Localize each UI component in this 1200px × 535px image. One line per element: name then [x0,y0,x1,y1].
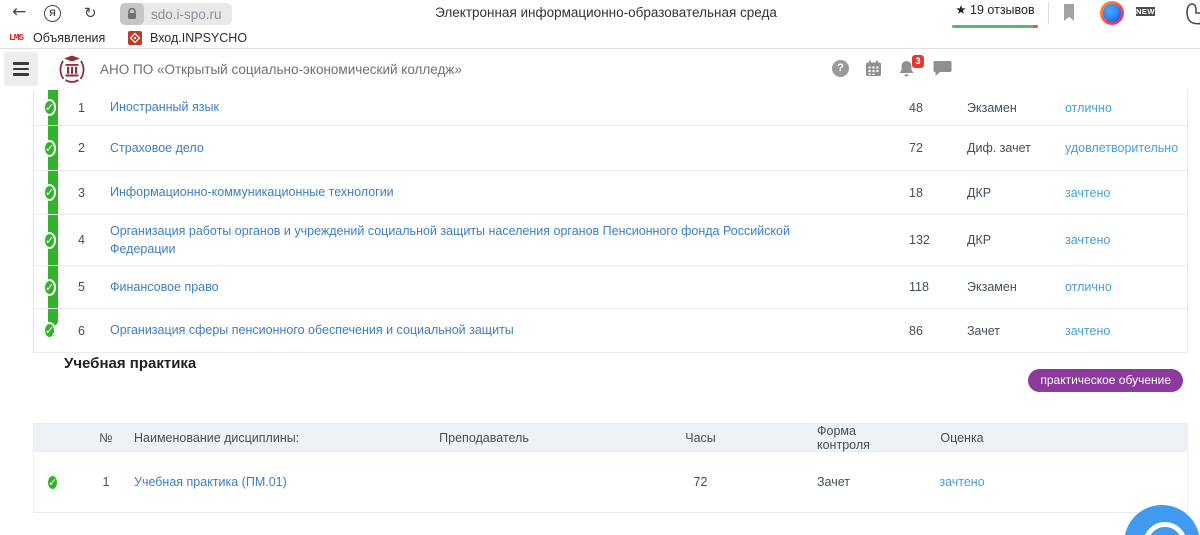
row-number: 3 [78,186,110,200]
control-form: ДКР [967,233,1065,247]
college-name: АНО ПО «Открытый социально-экономический… [100,62,462,77]
extension-icon[interactable] [1100,1,1124,25]
bookmark-favicon-icon [128,31,142,50]
col-teacher: Преподаватель [384,431,584,445]
grade-link[interactable]: зачтено [1065,324,1110,338]
subject-link[interactable]: Организация сферы пенсионного обеспечени… [110,323,514,337]
check-icon: ✓ [46,474,59,491]
hand-cursor-icon[interactable] [1184,2,1200,31]
extension-new-icon[interactable]: NEW [1136,1,1159,25]
check-icon: ✓ [43,184,56,201]
control-form: Зачет [967,324,1065,338]
control-form: Диф. зачет [967,141,1065,155]
table-row: ✓ 5 Финансовое право 118 Экзамен отлично [34,266,1187,309]
hours-value: 86 [909,324,967,338]
control-form: Экзамен [967,101,1065,115]
college-logo-icon [56,53,88,85]
table-row: ✓ 4 Организация работы органов и учрежде… [34,215,1187,266]
url-text: sdo.i-spo.ru [151,7,222,22]
lock-icon [120,3,144,25]
grades-table: ✓ 1 Иностранный язык 48 Экзамен отлично … [33,90,1188,353]
hours-value: 48 [909,101,967,115]
reviews-label: 19 отзывов [970,3,1035,17]
control-form: Зачет [817,475,887,489]
subject-link[interactable]: Страховое дело [110,141,204,155]
rating-bar [952,25,1038,28]
hours-value: 72 [584,475,817,489]
calendar-icon[interactable] [865,60,882,82]
subject-link[interactable]: Информационно-коммуникационные технологи… [110,185,394,199]
control-form: Экзамен [967,280,1065,294]
col-name: Наименование дисциплины: [134,431,384,445]
table-row: ✓ 6 Организация сферы пенсионного обеспе… [34,309,1187,353]
grade-link[interactable]: зачтено [939,475,984,489]
check-icon: ✓ [43,279,56,296]
row-number: 4 [78,233,110,247]
table-row: ✓ 3 Информационно-коммуникационные техно… [34,171,1187,215]
browser-chrome: ← Я ↻ sdo.i-spo.ru Электронная информаци… [0,0,1200,30]
practice-table-header: № Наименование дисциплины: Преподаватель… [34,423,1187,451]
subject-link[interactable]: Организация работы органов и учреждений … [110,224,790,256]
grade-link[interactable]: зачтено [1065,233,1110,247]
subject-link[interactable]: Иностранный язык [110,100,219,114]
star-icon: ★ [955,3,966,17]
new-badge: NEW [1136,7,1155,16]
bookmarks-bar: LMS Объявления Вход.INPSYCHO [0,30,1200,49]
reload-icon[interactable]: ↻ [84,4,97,22]
subject-link[interactable]: Финансовое право [110,280,219,294]
practice-table: № Наименование дисциплины: Преподаватель… [33,423,1188,513]
col-grade: Оценка [887,431,1037,445]
check-icon: ✓ [43,322,56,339]
bookmark-item-login[interactable]: Вход.INPSYCHO [150,31,247,45]
row-number: 6 [78,324,110,338]
grade-link[interactable]: зачтено [1065,186,1110,200]
notifications-count-badge: 3 [912,55,924,68]
col-hours: Часы [584,431,817,445]
browser-logo-icon[interactable]: Я [44,5,61,22]
table-row: ✓ 1 Учебная практика (ПМ.01) 72 Зачет за… [34,451,1187,513]
hours-value: 18 [909,186,967,200]
hours-value: 118 [909,280,967,294]
row-number: 1 [78,475,134,489]
screen: ← Я ↻ sdo.i-spo.ru Электронная информаци… [0,0,1200,535]
notifications-bell-icon[interactable]: 3 [898,60,916,78]
grade-link[interactable]: удовлетворительно [1065,141,1178,155]
check-icon: ✓ [43,232,56,249]
control-form: ДКР [967,186,1065,200]
bookmark-item-announcements[interactable]: Объявления [33,31,105,45]
check-icon: ✓ [43,140,56,157]
row-number: 2 [78,141,110,155]
divider [1048,2,1049,24]
col-form: Форма контроля [817,424,887,452]
hours-value: 72 [909,141,967,155]
app-header: АНО ПО «Открытый социально-экономический… [0,49,1200,91]
address-bar[interactable]: sdo.i-spo.ru [120,3,232,25]
row-number: 5 [78,280,110,294]
bookmark-lms-icon: LMS [9,32,23,43]
tab-title: Электронная информационно-образовательна… [435,5,777,20]
section-title: Учебная практика [64,355,196,372]
check-icon: ✓ [43,99,56,116]
bookmark-icon[interactable] [1060,2,1078,29]
subject-link[interactable]: Учебная практика (ПМ.01) [134,475,287,489]
table-row: ✓ 2 Страховое дело 72 Диф. зачет удовлет… [34,126,1187,171]
practice-badge[interactable]: практическое обучение [1028,369,1183,392]
back-icon[interactable]: ← [12,2,26,22]
table-row: ✓ 1 Иностранный язык 48 Экзамен отлично [34,90,1187,126]
row-number: 1 [78,101,110,115]
help-icon[interactable]: ? [832,60,849,77]
menu-hamburger-button[interactable] [4,52,38,86]
col-num: № [78,431,134,445]
reviews-button[interactable]: ★ 19 отзывов [952,2,1038,17]
grade-link[interactable]: отлично [1065,280,1112,294]
hours-value: 132 [909,233,967,247]
main-content: ✓ 1 Иностранный язык 48 Экзамен отлично … [0,90,1200,535]
messages-icon[interactable] [933,60,952,82]
grade-link[interactable]: отлично [1065,101,1112,115]
